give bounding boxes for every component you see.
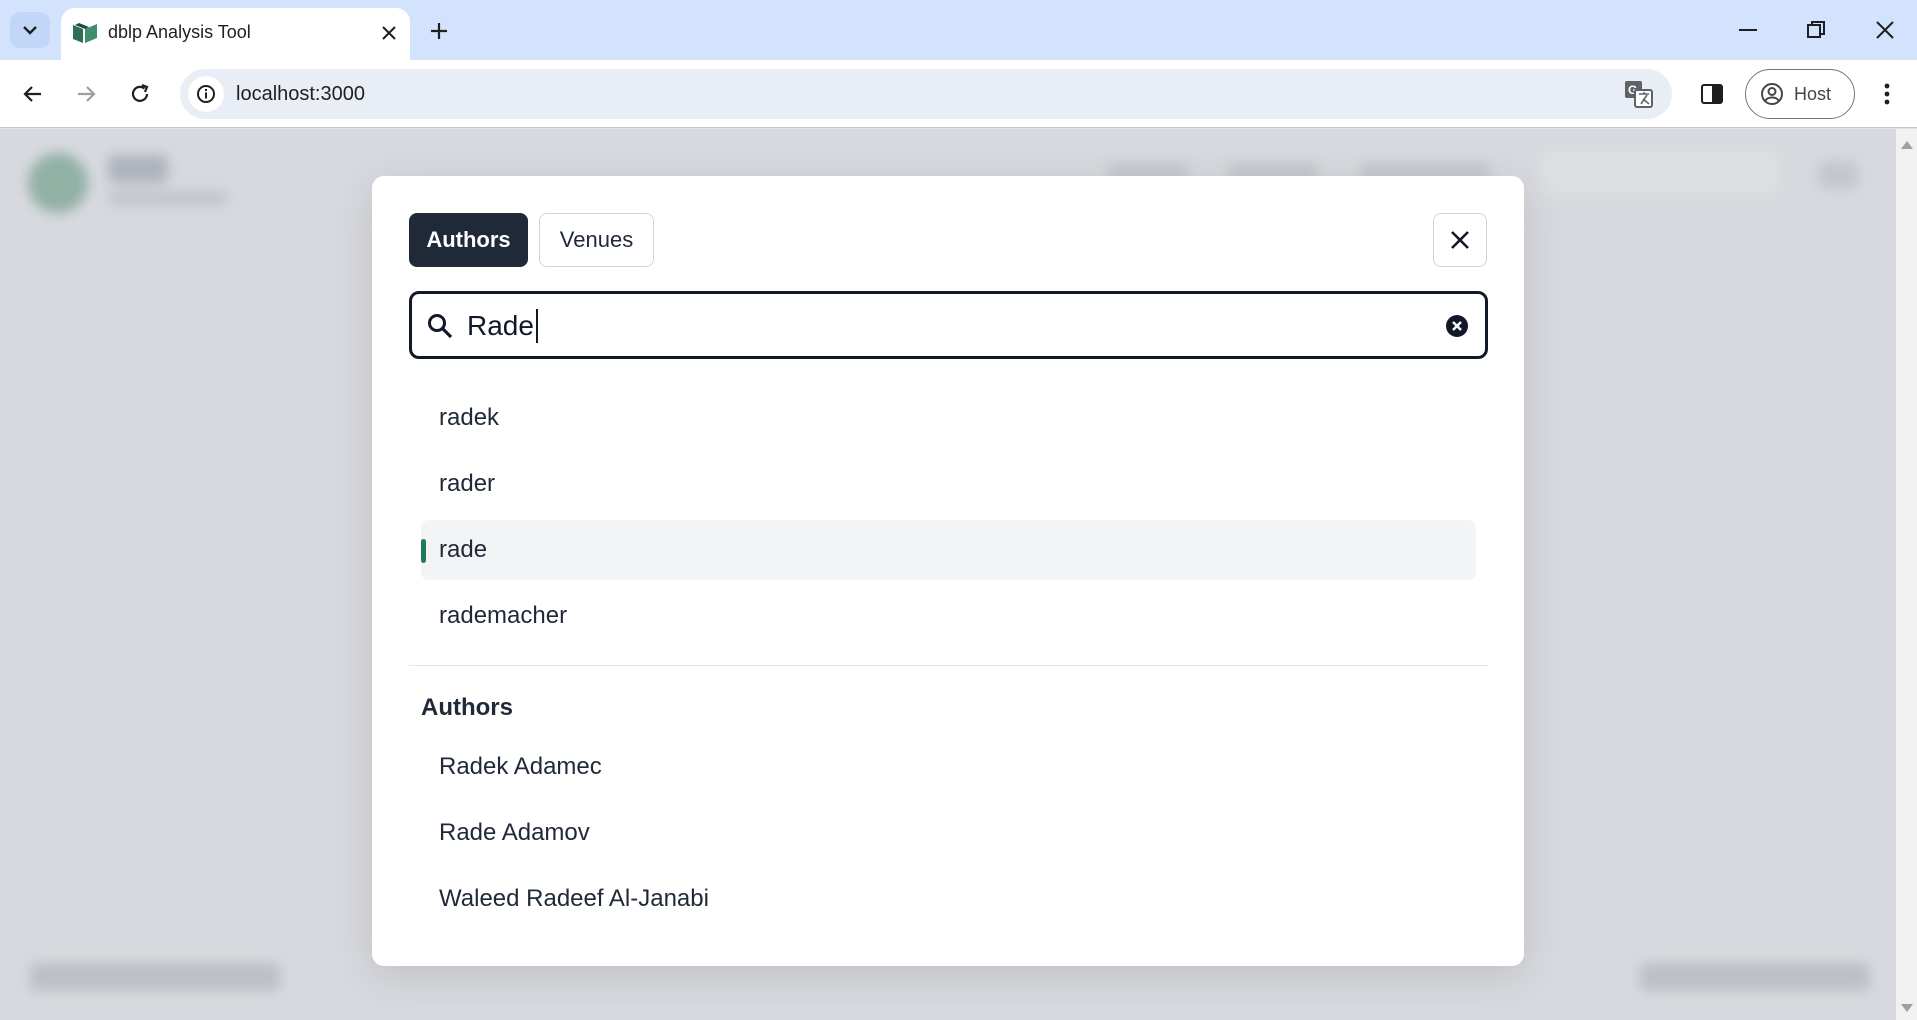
author-result[interactable]: Radek Adamec	[421, 737, 1476, 797]
author-name: Waleed Radeef Al-Janabi	[439, 885, 709, 912]
minimize-button[interactable]	[1728, 10, 1768, 50]
scroll-down-arrow[interactable]	[1901, 1004, 1913, 1012]
suggestion-item[interactable]: rader	[421, 454, 1476, 514]
restore-icon	[1807, 21, 1825, 38]
close-tab-icon	[382, 26, 396, 40]
suggestion-label: rade	[439, 536, 488, 563]
clear-icon[interactable]	[1445, 314, 1469, 338]
profile-button[interactable]: Host	[1745, 69, 1855, 119]
tab-search-button[interactable]	[10, 12, 50, 48]
more-menu-button[interactable]	[1869, 74, 1905, 114]
suggestion-label: radek	[439, 404, 500, 431]
url-text: localhost:3000	[236, 83, 365, 105]
side-panel-icon	[1701, 84, 1723, 104]
author-name: Radek Adamec	[439, 753, 602, 780]
dblp-favicon-icon	[73, 23, 97, 43]
reload-button[interactable]	[120, 74, 160, 114]
author-result[interactable]: Rade Adamov	[421, 803, 1476, 863]
forward-icon	[78, 86, 96, 102]
search-modal: Authors Venues radek rader rade rademach…	[372, 176, 1524, 966]
profile-icon	[1761, 83, 1783, 105]
close-window-icon	[1876, 21, 1894, 39]
tab-strip: dblp Analysis Tool	[0, 0, 1917, 60]
suggestion-label: rader	[439, 470, 496, 497]
new-tab-button[interactable]	[422, 14, 456, 48]
search-field[interactable]	[409, 291, 1488, 359]
page-scrollbar[interactable]	[1896, 129, 1917, 1020]
restore-button[interactable]	[1796, 10, 1836, 50]
scroll-up-arrow[interactable]	[1901, 141, 1913, 149]
new-tab-icon	[431, 23, 447, 39]
authors-heading: Authors	[421, 694, 513, 721]
minimize-icon	[1739, 29, 1757, 31]
browser-toolbar: localhost:3000 G Host	[0, 60, 1917, 128]
text-caret	[535, 309, 538, 343]
close-window-button[interactable]	[1865, 10, 1905, 50]
search-icon	[428, 314, 453, 339]
tab-authors[interactable]: Authors	[409, 213, 528, 267]
tab-venues[interactable]: Venues	[539, 213, 654, 267]
tab-search-icon	[23, 26, 37, 35]
profile-label: Host	[1794, 83, 1832, 104]
address-bar[interactable]: localhost:3000 G	[180, 69, 1672, 119]
suggestion-item[interactable]: rademacher	[421, 586, 1476, 646]
search-input[interactable]	[467, 306, 1407, 346]
author-name: Rade Adamov	[439, 819, 590, 846]
site-info-icon	[197, 85, 215, 103]
suggestion-label: rademacher	[439, 602, 568, 629]
close-button[interactable]	[1433, 213, 1487, 267]
selection-indicator	[421, 539, 426, 563]
translate-icon[interactable]: G	[1624, 80, 1654, 108]
close-icon	[1451, 231, 1469, 249]
site-info-button[interactable]	[188, 76, 224, 112]
more-menu-icon	[1884, 83, 1890, 105]
back-icon	[23, 86, 41, 102]
reload-icon	[131, 83, 149, 102]
author-result[interactable]: Waleed Radeef Al-Janabi	[421, 869, 1476, 929]
back-button[interactable]	[13, 74, 53, 114]
tab-title: dblp Analysis Tool	[108, 22, 251, 42]
side-panel-button[interactable]	[1692, 74, 1732, 114]
browser-tab[interactable]: dblp Analysis Tool	[61, 8, 410, 60]
divider	[409, 665, 1488, 666]
suggestion-item[interactable]: radek	[421, 388, 1476, 448]
forward-button[interactable]	[66, 74, 106, 114]
close-tab-button[interactable]	[376, 20, 402, 46]
suggestion-item-selected[interactable]: rade	[421, 520, 1476, 580]
